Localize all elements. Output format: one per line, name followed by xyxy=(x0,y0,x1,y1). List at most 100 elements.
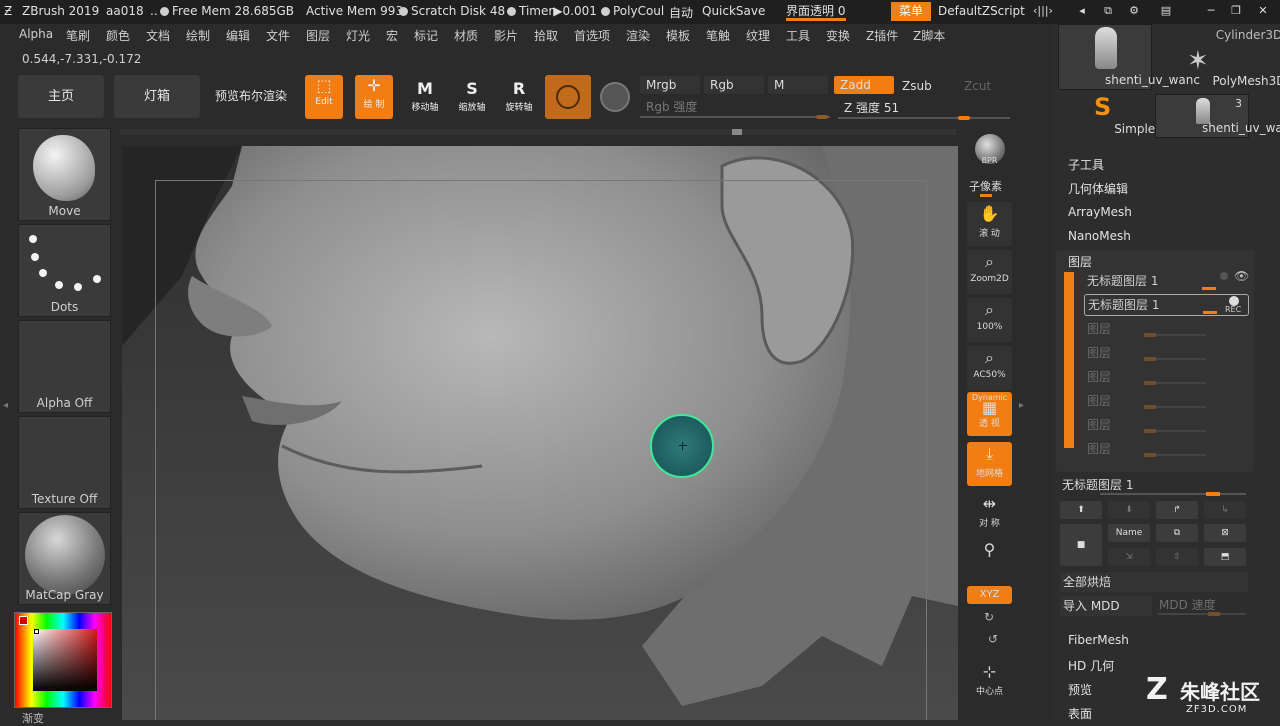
lightbox-button[interactable]: 灯箱 xyxy=(114,75,200,118)
layer-down-button[interactable]: ⬇ xyxy=(1108,501,1150,519)
menu-item-transform[interactable]: 变换 xyxy=(826,27,850,44)
layer-up-button[interactable]: ⬆ xyxy=(1060,501,1102,519)
rotate-z-icon[interactable]: ↺ xyxy=(988,632,998,646)
menu-item-material[interactable]: 材质 xyxy=(454,27,478,44)
color-mode-icon[interactable] xyxy=(600,82,630,112)
tool-thumb-cylinder[interactable]: Cylinder3D xyxy=(1155,24,1280,44)
arrow-left-icon[interactable]: ◂ xyxy=(1074,4,1090,18)
layer-duplicate-button[interactable]: ⧉ xyxy=(1156,524,1198,542)
import-mdd-button[interactable]: 导入 MDD xyxy=(1060,596,1152,616)
menu-item-zplugin[interactable]: Z插件 xyxy=(866,27,898,44)
menu-item-layer[interactable]: 图层 xyxy=(306,27,330,44)
menu-item-draw[interactable]: 绘制 xyxy=(186,27,210,44)
settings-icon[interactable]: ⚙ xyxy=(1126,4,1142,18)
layer-export-button[interactable]: ↳ xyxy=(1204,501,1246,519)
menu-item-tool[interactable]: 工具 xyxy=(786,27,810,44)
xyz-button[interactable]: XYZ xyxy=(967,586,1012,604)
mdd-speed-knob[interactable] xyxy=(1208,612,1220,616)
layer-redo-button[interactable]: ↱ xyxy=(1156,501,1198,519)
layer-row[interactable]: 图层 xyxy=(1084,392,1248,414)
menu-item-stencil[interactable]: 模板 xyxy=(666,27,690,44)
geometry-header[interactable]: 几何体编辑 xyxy=(1068,180,1128,197)
home-button[interactable]: 主页 xyxy=(18,75,104,118)
menu-item-render[interactable]: 渲染 xyxy=(626,27,650,44)
top-shelf-scrollbar[interactable] xyxy=(120,129,956,135)
layer-delete-button[interactable]: ⊠ xyxy=(1204,524,1246,542)
menu-item-zscript[interactable]: Z脚本 xyxy=(913,27,945,44)
menu-button[interactable]: 菜单 xyxy=(891,2,931,21)
perspective-button[interactable]: Dynamic ▦ 透 视 xyxy=(967,392,1012,436)
menu-item-document[interactable]: 文档 xyxy=(146,27,170,44)
right-tray-arrow-icon[interactable]: ▸ xyxy=(1019,400,1024,411)
hd-geometry-header[interactable]: HD 几何 xyxy=(1068,657,1114,674)
material-preview-button[interactable] xyxy=(545,75,591,119)
menu-item-brush[interactable]: 笔刷 xyxy=(66,27,90,44)
alpha-slot[interactable]: Alpha Off xyxy=(18,320,111,413)
zcut-button[interactable]: Zcut xyxy=(958,77,1008,95)
draw-button[interactable]: ✛ 绘 制 xyxy=(355,75,393,119)
ui-transparency-slider[interactable]: 界面透明 0 xyxy=(786,2,845,19)
panel-toggle-icon[interactable]: ‹|||› xyxy=(1030,4,1056,18)
layers-scrollbar[interactable] xyxy=(1064,272,1074,448)
menu-item-marker[interactable]: 标记 xyxy=(414,27,438,44)
subtool-header[interactable]: 子工具 xyxy=(1068,156,1104,173)
layer-record-icon[interactable] xyxy=(1220,272,1228,280)
rgb-button[interactable]: Rgb xyxy=(704,76,764,94)
texture-slot[interactable]: Texture Off xyxy=(18,416,111,509)
window-layout-icon[interactable]: ⧉ xyxy=(1100,4,1116,18)
menu-item-preferences[interactable]: 首选项 xyxy=(574,27,610,44)
layer-row[interactable]: 图层 xyxy=(1084,344,1248,366)
m-button[interactable]: M xyxy=(768,76,828,94)
brush-slot[interactable]: Move xyxy=(18,128,111,221)
tool-thumb-simplebrush[interactable]: S SimpleBrush xyxy=(1058,94,1190,138)
bake-all-button[interactable]: 全部烘焙 xyxy=(1060,572,1248,592)
help-icon[interactable]: ▤ xyxy=(1158,4,1174,18)
eye-icon[interactable]: 👁 xyxy=(1234,269,1249,283)
scroll-button[interactable]: ✋ 滚 动 xyxy=(967,202,1012,246)
menu-item-file[interactable]: 文件 xyxy=(266,27,290,44)
layer-split-button[interactable]: ⇳ xyxy=(1156,548,1198,566)
floor-button[interactable]: ⤓ 地网格 xyxy=(967,442,1012,486)
scroll-thumb[interactable] xyxy=(732,129,742,135)
layer-row[interactable]: 图层 xyxy=(1084,416,1248,438)
close-icon[interactable]: ✕ xyxy=(1255,4,1271,18)
scale-button[interactable]: S 缩放轴 xyxy=(453,78,491,118)
surface-header[interactable]: 表面 xyxy=(1068,705,1092,722)
color-picker[interactable] xyxy=(14,612,112,708)
secondary-color-swatch[interactable] xyxy=(34,629,39,634)
menu-item-stroke[interactable]: 笔触 xyxy=(706,27,730,44)
menu-item-alpha[interactable]: Alpha xyxy=(19,27,53,41)
layer-row[interactable]: 图层 xyxy=(1084,368,1248,390)
nanomesh-header[interactable]: NanoMesh xyxy=(1068,229,1131,243)
menu-item-light[interactable]: 灯光 xyxy=(346,27,370,44)
layer-new-button[interactable]: ■ xyxy=(1060,524,1102,566)
subpixel-slider[interactable] xyxy=(980,194,992,197)
z-intensity-knob[interactable] xyxy=(958,116,970,120)
rotate-button[interactable]: R 旋转轴 xyxy=(500,78,538,118)
current-layer-slider[interactable] xyxy=(1206,492,1220,496)
layer-merge-button[interactable]: ⇲ xyxy=(1108,548,1150,566)
menu-item-macro[interactable]: 宏 xyxy=(386,27,398,44)
material-slot[interactable]: MatCap Gray xyxy=(18,512,111,605)
layer-row[interactable]: 图层 xyxy=(1084,440,1248,462)
layer-name-button[interactable]: Name xyxy=(1108,524,1150,542)
color-picker-square[interactable] xyxy=(33,629,97,691)
layer-bake-button[interactable]: ⬒ xyxy=(1204,548,1246,566)
rgb-intensity-slider[interactable]: Rgb 强度 xyxy=(640,98,830,116)
fibermesh-header[interactable]: FiberMesh xyxy=(1068,633,1129,647)
menu-item-picker[interactable]: 拾取 xyxy=(534,27,558,44)
z-intensity-slider[interactable]: Z 强度 51 xyxy=(838,99,1010,117)
menu-item-color[interactable]: 颜色 xyxy=(106,27,130,44)
tool-thumb-polymesh[interactable]: ✶ PolyMesh3D xyxy=(1155,46,1280,90)
bpr-button[interactable]: BPR xyxy=(967,130,1012,174)
main-color-swatch[interactable] xyxy=(19,616,28,625)
zoom100-button[interactable]: ⌕ 100% xyxy=(967,298,1012,342)
edit-button[interactable]: ⬚ Edit xyxy=(305,75,343,119)
symmetry-button[interactable]: ⇹ 对 称 xyxy=(967,492,1012,536)
lock-button[interactable]: ⚲ xyxy=(967,538,1012,582)
layer-row[interactable]: 图层 xyxy=(1084,320,1248,342)
mrgb-button[interactable]: Mrgb xyxy=(640,76,700,94)
quicksave-button[interactable]: QuickSave xyxy=(702,4,765,18)
layer-intensity-slider[interactable] xyxy=(1203,311,1217,314)
restore-icon[interactable]: ❐ xyxy=(1228,4,1244,18)
